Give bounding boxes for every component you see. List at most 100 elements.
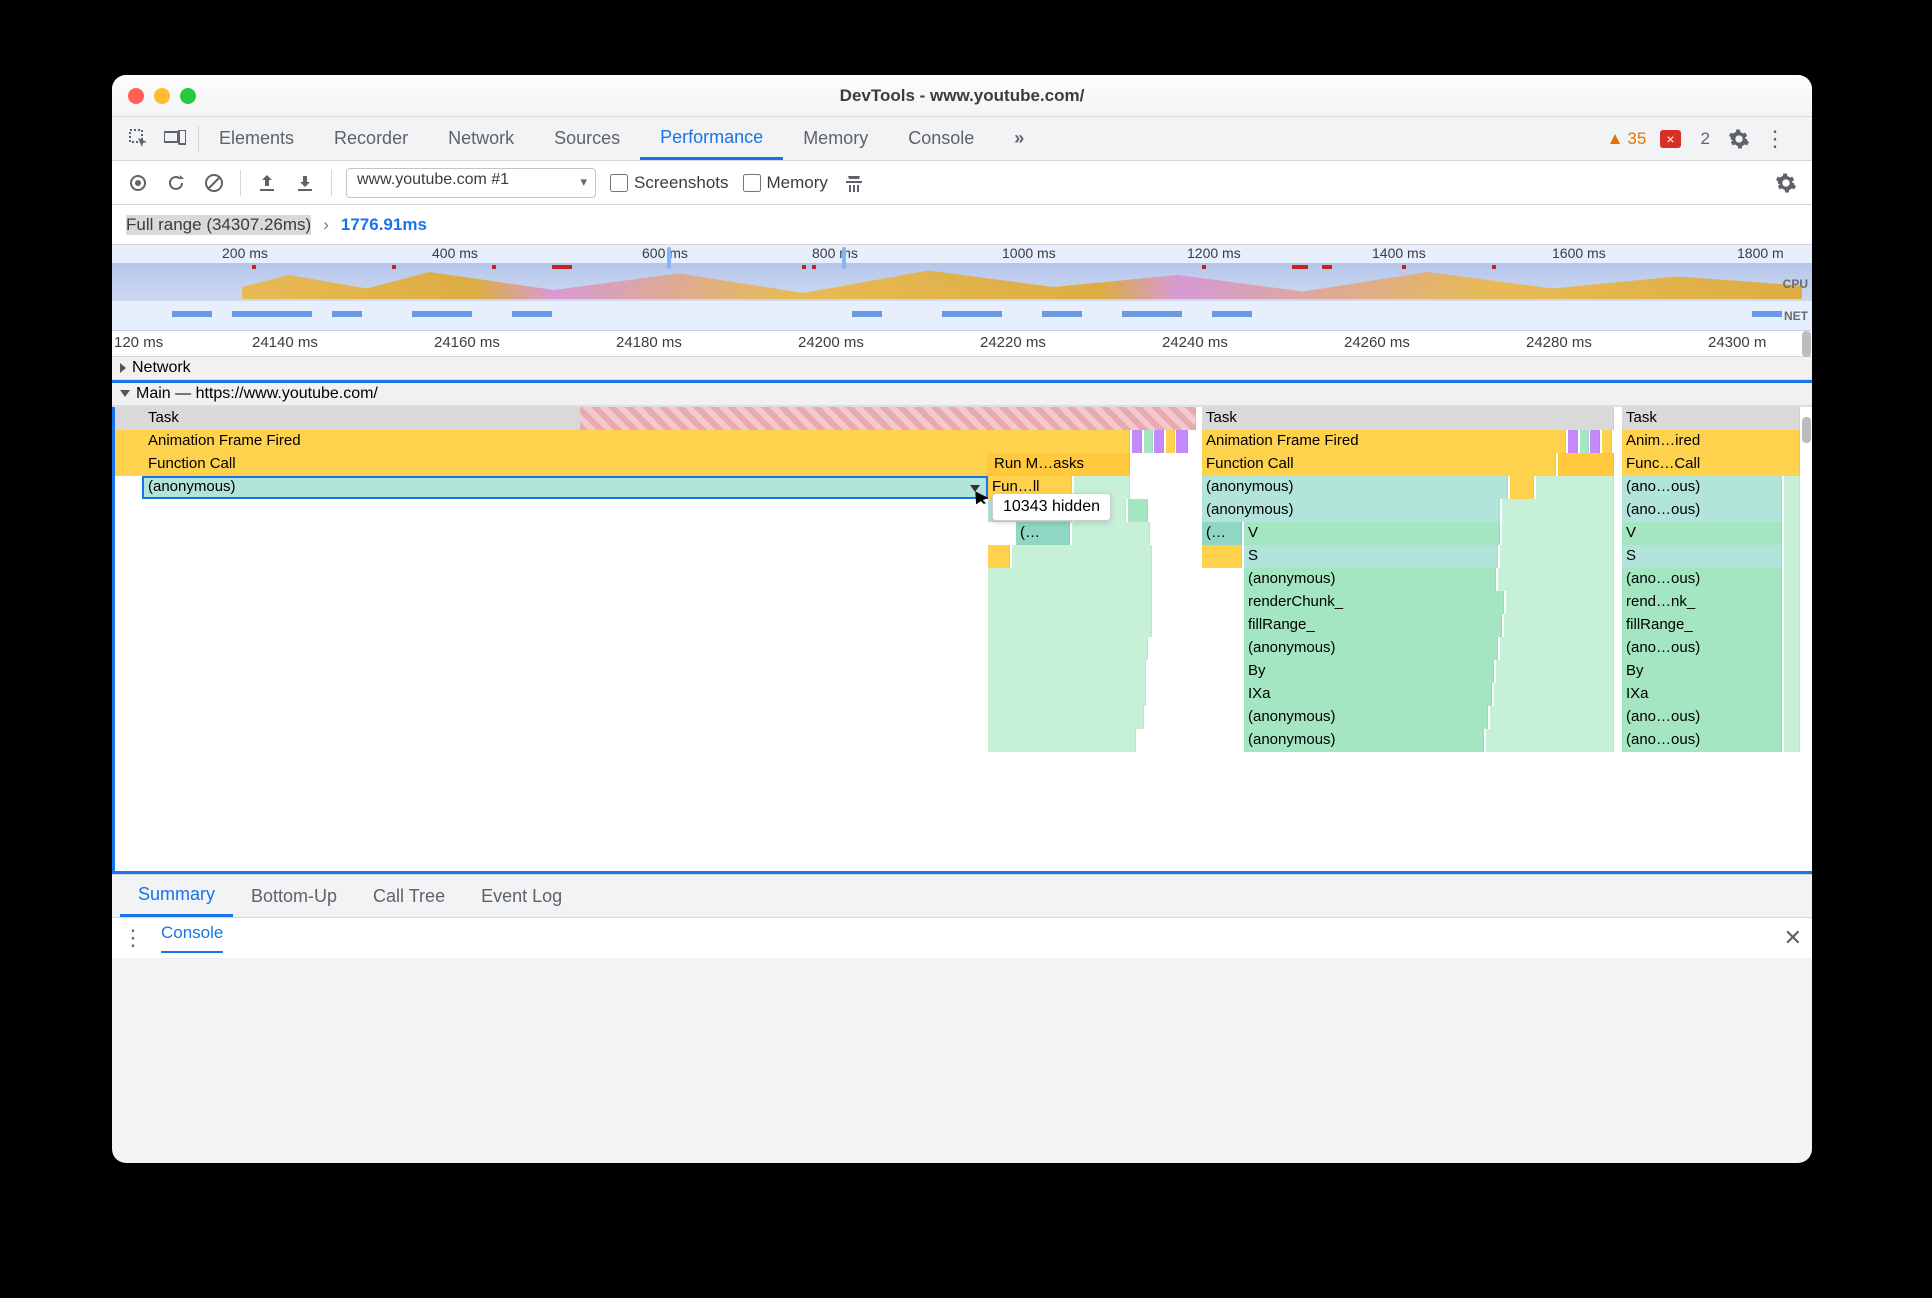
ixa[interactable]: IXa bbox=[1622, 683, 1782, 706]
task[interactable]: Task bbox=[1202, 407, 1614, 430]
close-icon[interactable]: ✕ bbox=[1784, 925, 1802, 951]
flame-slice[interactable] bbox=[1568, 430, 1578, 453]
task[interactable]: Task bbox=[1622, 407, 1800, 430]
tab-recorder[interactable]: Recorder bbox=[314, 117, 428, 160]
screenshots-checkbox[interactable]: Screenshots bbox=[610, 173, 729, 193]
flame-slice[interactable] bbox=[1506, 591, 1614, 614]
flame-slice[interactable] bbox=[1558, 453, 1614, 476]
flame-slice[interactable] bbox=[1590, 430, 1600, 453]
ruler-scrollbar[interactable] bbox=[1802, 331, 1811, 357]
animation-frame-fired[interactable]: Anim…ired bbox=[1622, 430, 1800, 453]
record-button[interactable] bbox=[126, 171, 150, 195]
anonymous[interactable]: (anonymous) bbox=[1202, 499, 1500, 522]
flame-slice[interactable] bbox=[1502, 522, 1614, 545]
flame-slice[interactable] bbox=[1784, 637, 1800, 660]
flame-slice[interactable] bbox=[988, 568, 1152, 591]
flame-slice[interactable] bbox=[1502, 499, 1614, 522]
current-range[interactable]: 1776.91ms bbox=[341, 215, 427, 235]
main-track-header[interactable]: Main — https://www.youtube.com/ bbox=[112, 383, 1812, 406]
flame-slice[interactable] bbox=[1500, 637, 1614, 660]
anonymous[interactable]: (ano…ous) bbox=[1622, 637, 1782, 660]
animation-frame-fired[interactable]: Animation Frame Fired bbox=[112, 430, 1130, 453]
gear-icon[interactable] bbox=[1726, 126, 1752, 152]
flame-slice[interactable] bbox=[1496, 660, 1614, 683]
flame-slice[interactable] bbox=[1580, 430, 1589, 453]
flame-slice[interactable] bbox=[1784, 545, 1800, 568]
flame-slice[interactable] bbox=[1602, 430, 1612, 453]
by[interactable]: By bbox=[1244, 660, 1494, 683]
tab-network[interactable]: Network bbox=[428, 117, 534, 160]
anonymous[interactable]: (anonymous) bbox=[1244, 568, 1496, 591]
garbage-collect-icon[interactable] bbox=[842, 171, 866, 195]
v[interactable]: V bbox=[1622, 522, 1782, 545]
tab-event-log[interactable]: Event Log bbox=[463, 875, 580, 917]
recording-select[interactable]: www.youtube.com #1 bbox=[346, 168, 596, 198]
fillrange[interactable]: fillRange_ bbox=[1244, 614, 1502, 637]
flame-chart[interactable]: Task Animation Frame Fired Function Call… bbox=[112, 406, 1812, 874]
tab-console[interactable]: Console bbox=[888, 117, 994, 160]
tab-bottom-up[interactable]: Bottom-Up bbox=[233, 875, 355, 917]
by[interactable]: By bbox=[1622, 660, 1782, 683]
window-maximize-button[interactable] bbox=[180, 88, 196, 104]
ixa[interactable]: IXa bbox=[1244, 683, 1492, 706]
timeline-ruler[interactable]: 120 ms 24140 ms 24160 ms 24180 ms 24200 … bbox=[112, 331, 1812, 357]
memory-checkbox[interactable]: Memory bbox=[743, 173, 828, 193]
anonymous[interactable]: (ano…ous) bbox=[1622, 476, 1782, 499]
anonymous[interactable]: (anonymous) bbox=[1244, 637, 1498, 660]
animation-frame-fired[interactable]: Animation Frame Fired bbox=[1202, 430, 1566, 453]
warnings-badge[interactable]: ▲35 bbox=[1607, 129, 1647, 149]
window-close-button[interactable] bbox=[128, 88, 144, 104]
flame-slice[interactable] bbox=[988, 545, 1010, 568]
flame-slice[interactable] bbox=[988, 614, 1152, 637]
flame-scrollbar[interactable] bbox=[1802, 417, 1811, 443]
renderchunk[interactable]: rend…nk_ bbox=[1622, 591, 1782, 614]
flame-slice[interactable] bbox=[988, 660, 1146, 683]
anonymous[interactable]: (anonymous) bbox=[1244, 706, 1488, 729]
flame-slice[interactable] bbox=[1128, 499, 1148, 522]
device-icon[interactable] bbox=[162, 126, 188, 152]
tabs-overflow[interactable]: » bbox=[994, 117, 1044, 160]
flame-slice[interactable] bbox=[1784, 660, 1800, 683]
flame-slice[interactable] bbox=[1504, 614, 1614, 637]
full-range[interactable]: Full range (34307.26ms) bbox=[126, 215, 311, 235]
paren-short[interactable]: (… bbox=[1016, 522, 1070, 545]
anonymous-selected[interactable]: (anonymous) bbox=[142, 476, 988, 499]
flame-slice[interactable] bbox=[1536, 476, 1614, 499]
flame-slice[interactable] bbox=[1784, 568, 1800, 591]
overview-minimap[interactable]: 200 ms 400 ms 600 ms 800 ms 1000 ms 1200… bbox=[112, 245, 1812, 331]
flame-slice[interactable] bbox=[1176, 430, 1188, 453]
tab-sources[interactable]: Sources bbox=[534, 117, 640, 160]
flame-slice[interactable] bbox=[1202, 545, 1242, 568]
tab-elements[interactable]: Elements bbox=[199, 117, 314, 160]
anonymous[interactable]: (anonymous) bbox=[1244, 729, 1484, 752]
flame-slice[interactable] bbox=[1510, 476, 1534, 499]
overview-handle-right[interactable] bbox=[842, 247, 846, 269]
flame-slice[interactable] bbox=[1784, 706, 1800, 729]
renderchunk[interactable]: renderChunk_ bbox=[1244, 591, 1504, 614]
upload-button[interactable] bbox=[255, 171, 279, 195]
clear-button[interactable] bbox=[202, 171, 226, 195]
network-track-header[interactable]: Network bbox=[112, 357, 1812, 380]
flame-slice[interactable] bbox=[1072, 522, 1150, 545]
s[interactable]: S bbox=[1622, 545, 1782, 568]
anonymous[interactable]: (ano…ous) bbox=[1622, 499, 1782, 522]
flame-slice[interactable] bbox=[1784, 591, 1800, 614]
fillrange[interactable]: fillRange_ bbox=[1622, 614, 1782, 637]
overview-handle-left[interactable] bbox=[667, 247, 671, 269]
download-button[interactable] bbox=[293, 171, 317, 195]
flame-slice[interactable] bbox=[1132, 430, 1142, 453]
inspect-icon[interactable] bbox=[126, 126, 152, 152]
flame-slice[interactable] bbox=[1012, 545, 1152, 568]
flame-slice[interactable] bbox=[988, 706, 1144, 729]
run-microtasks[interactable]: Run M…asks bbox=[988, 453, 1130, 476]
reload-button[interactable] bbox=[164, 171, 188, 195]
anonymous[interactable]: (ano…ous) bbox=[1622, 568, 1782, 591]
flame-slice[interactable] bbox=[988, 683, 1146, 706]
flame-slice[interactable] bbox=[1494, 683, 1614, 706]
function-call[interactable]: Func…Call bbox=[1622, 453, 1800, 476]
dots[interactable]: (… bbox=[1202, 522, 1242, 545]
flame-slice[interactable] bbox=[1784, 614, 1800, 637]
flame-slice[interactable] bbox=[988, 637, 1148, 660]
v[interactable]: V bbox=[1244, 522, 1500, 545]
drawer-tab-console[interactable]: Console bbox=[161, 923, 223, 953]
